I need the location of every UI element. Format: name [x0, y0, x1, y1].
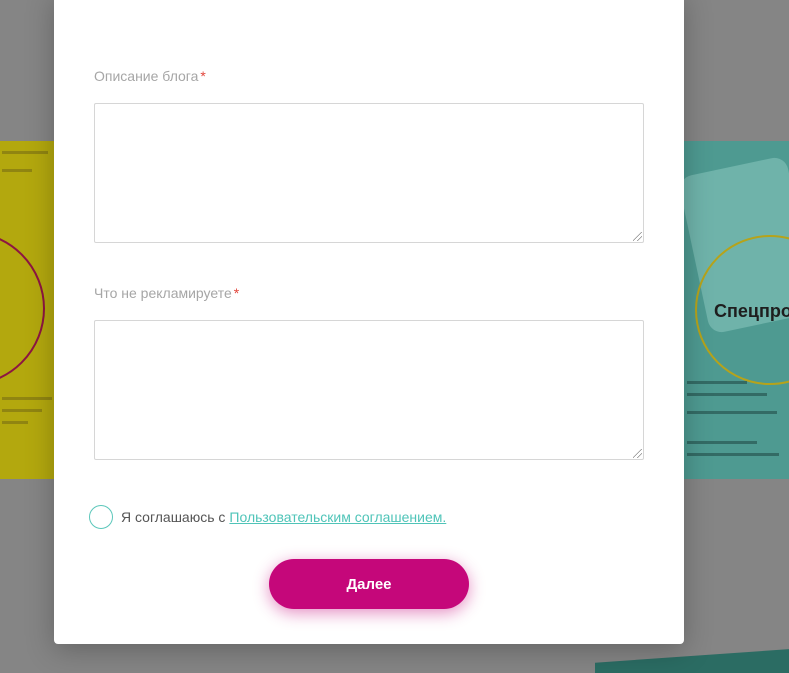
background-text-line — [2, 151, 48, 154]
not-advertise-field-wrapper — [94, 320, 644, 460]
background-text-line — [2, 169, 32, 172]
background-stripe — [595, 647, 789, 673]
background-text-line — [2, 421, 28, 424]
background-text-line — [687, 453, 779, 456]
resize-grip-icon[interactable] — [633, 449, 642, 458]
resize-grip-icon[interactable] — [633, 232, 642, 241]
background-card-right: Спецпро — [683, 141, 789, 479]
background-text-line — [687, 381, 747, 384]
not-advertise-label-text: Что не рекламируете — [94, 285, 232, 301]
background-card-left — [0, 141, 60, 479]
required-mark: * — [200, 68, 206, 84]
not-advertise-textarea[interactable] — [94, 320, 644, 460]
next-button[interactable]: Далее — [269, 559, 469, 609]
description-field-wrapper — [94, 103, 644, 243]
background-text-line — [2, 397, 52, 400]
background-ring-left — [0, 231, 45, 386]
description-label: Описание блога * — [94, 68, 206, 84]
description-label-text: Описание блога — [94, 68, 199, 84]
agreement-checkbox[interactable] — [89, 505, 113, 529]
background-promo-text: Спецпро — [714, 301, 789, 321]
blog-form-modal: Описание блога * Что не рекламируете * Я с… — [54, 0, 684, 644]
user-agreement-link[interactable]: Пользовательским соглашением. — [229, 509, 446, 525]
background-text-line — [687, 393, 767, 396]
agreement-row: Я соглашаюсь с Пользовательским соглашен… — [89, 505, 446, 529]
background-text-line — [2, 409, 42, 412]
background-text-line — [687, 411, 777, 414]
agreement-text: Я соглашаюсь с — [121, 509, 226, 525]
background-text-line — [687, 441, 757, 444]
description-textarea[interactable] — [94, 103, 644, 243]
not-advertise-label: Что не рекламируете * — [94, 285, 239, 301]
required-mark: * — [233, 285, 240, 301]
